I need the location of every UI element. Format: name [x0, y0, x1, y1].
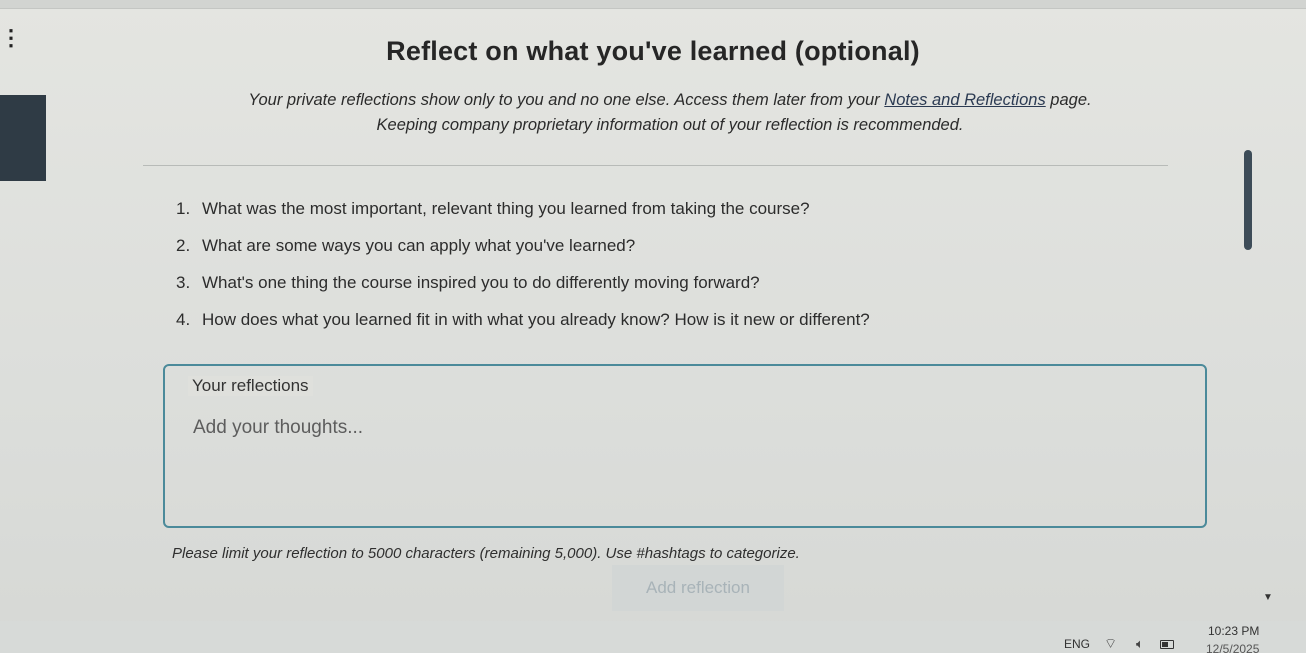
character-limit-hint: Please limit your reflection to 5000 cha…: [172, 545, 800, 562]
add-reflection-button[interactable]: Add reflection: [612, 565, 784, 611]
question-text: What was the most important, relevant th…: [202, 199, 810, 218]
intro-line-1-suffix: page.: [1045, 91, 1092, 109]
left-side-panel[interactable]: [0, 95, 46, 181]
language-indicator[interactable]: ENG: [1064, 637, 1090, 651]
question-number: 4.: [176, 310, 191, 329]
clock-time[interactable]: 10:23 PM: [1208, 624, 1259, 638]
question-item: 1. What was the most important, relevant …: [176, 197, 870, 234]
clock-date[interactable]: 12/5/2025: [1206, 642, 1259, 653]
question-text: What's one thing the course inspired you…: [202, 273, 760, 292]
notes-reflections-link[interactable]: Notes and Reflections: [884, 91, 1045, 109]
intro-line-2: Keeping company proprietary information …: [376, 116, 964, 134]
question-text: What are some ways you can apply what yo…: [202, 236, 636, 255]
question-number: 3.: [176, 273, 191, 292]
question-number: 1.: [176, 199, 191, 218]
questions-list: 1. What was the most important, relevant …: [176, 197, 870, 345]
top-strip: [0, 0, 1306, 9]
scrollbar-thumb[interactable]: [1244, 150, 1252, 250]
battery-icon[interactable]: [1160, 640, 1174, 649]
intro-line-1: Your private reflections show only to yo…: [120, 88, 1220, 113]
volume-icon[interactable]: 🔈︎: [1136, 636, 1144, 652]
reflection-page: ⋮ Reflect on what you've learned (option…: [0, 0, 1306, 653]
intro-text: Your private reflections show only to yo…: [120, 88, 1220, 138]
question-item: 3. What's one thing the course inspired y…: [176, 271, 870, 308]
wifi-icon[interactable]: ⌔: [1104, 635, 1117, 653]
reflection-textarea[interactable]: [190, 412, 1176, 517]
section-divider: [143, 165, 1168, 166]
scroll-down-arrow-icon[interactable]: ▼: [1263, 592, 1273, 603]
reflection-field-label: Your reflections: [188, 376, 313, 396]
intro-line-1-text: Your private reflections show only to yo…: [248, 91, 885, 109]
question-item: 2. What are some ways you can apply what …: [176, 234, 870, 271]
question-number: 2.: [176, 236, 191, 255]
question-text: How does what you learned fit in with wh…: [202, 310, 870, 329]
page-title: Reflect on what you've learned (optional…: [386, 36, 920, 66]
question-item: 4. How does what you learned fit in with …: [176, 308, 870, 345]
